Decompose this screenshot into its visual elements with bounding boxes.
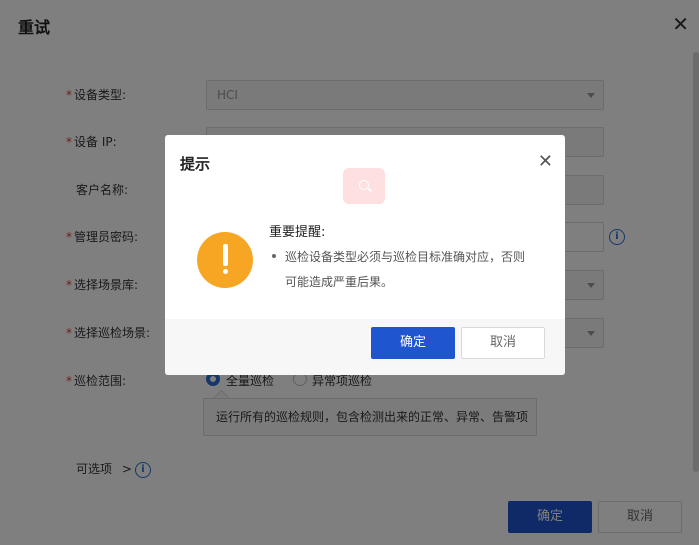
dialog-message-line2: 可能造成严重后果。 (285, 275, 394, 289)
exclamation-icon (197, 232, 253, 288)
dialog-heading: 重要提醒: (269, 225, 326, 240)
dialog-confirm-button[interactable]: 确定 (371, 327, 455, 359)
search-icon (343, 168, 385, 204)
close-icon[interactable]: ✕ (538, 151, 553, 172)
reminder-dialog: 提示 ✕ 重要提醒: 巡检设备类型必须与巡检目标准确对应，否则 可能造成严重后果… (165, 135, 565, 375)
bullet-icon (272, 248, 278, 258)
dialog-footer: 确定 取消 (165, 319, 565, 375)
dialog-cancel-button[interactable]: 取消 (461, 327, 545, 359)
dialog-message-line1: 巡检设备类型必须与巡检目标准确对应，否则 (285, 250, 526, 264)
dialog-title: 提示 (180, 155, 211, 173)
